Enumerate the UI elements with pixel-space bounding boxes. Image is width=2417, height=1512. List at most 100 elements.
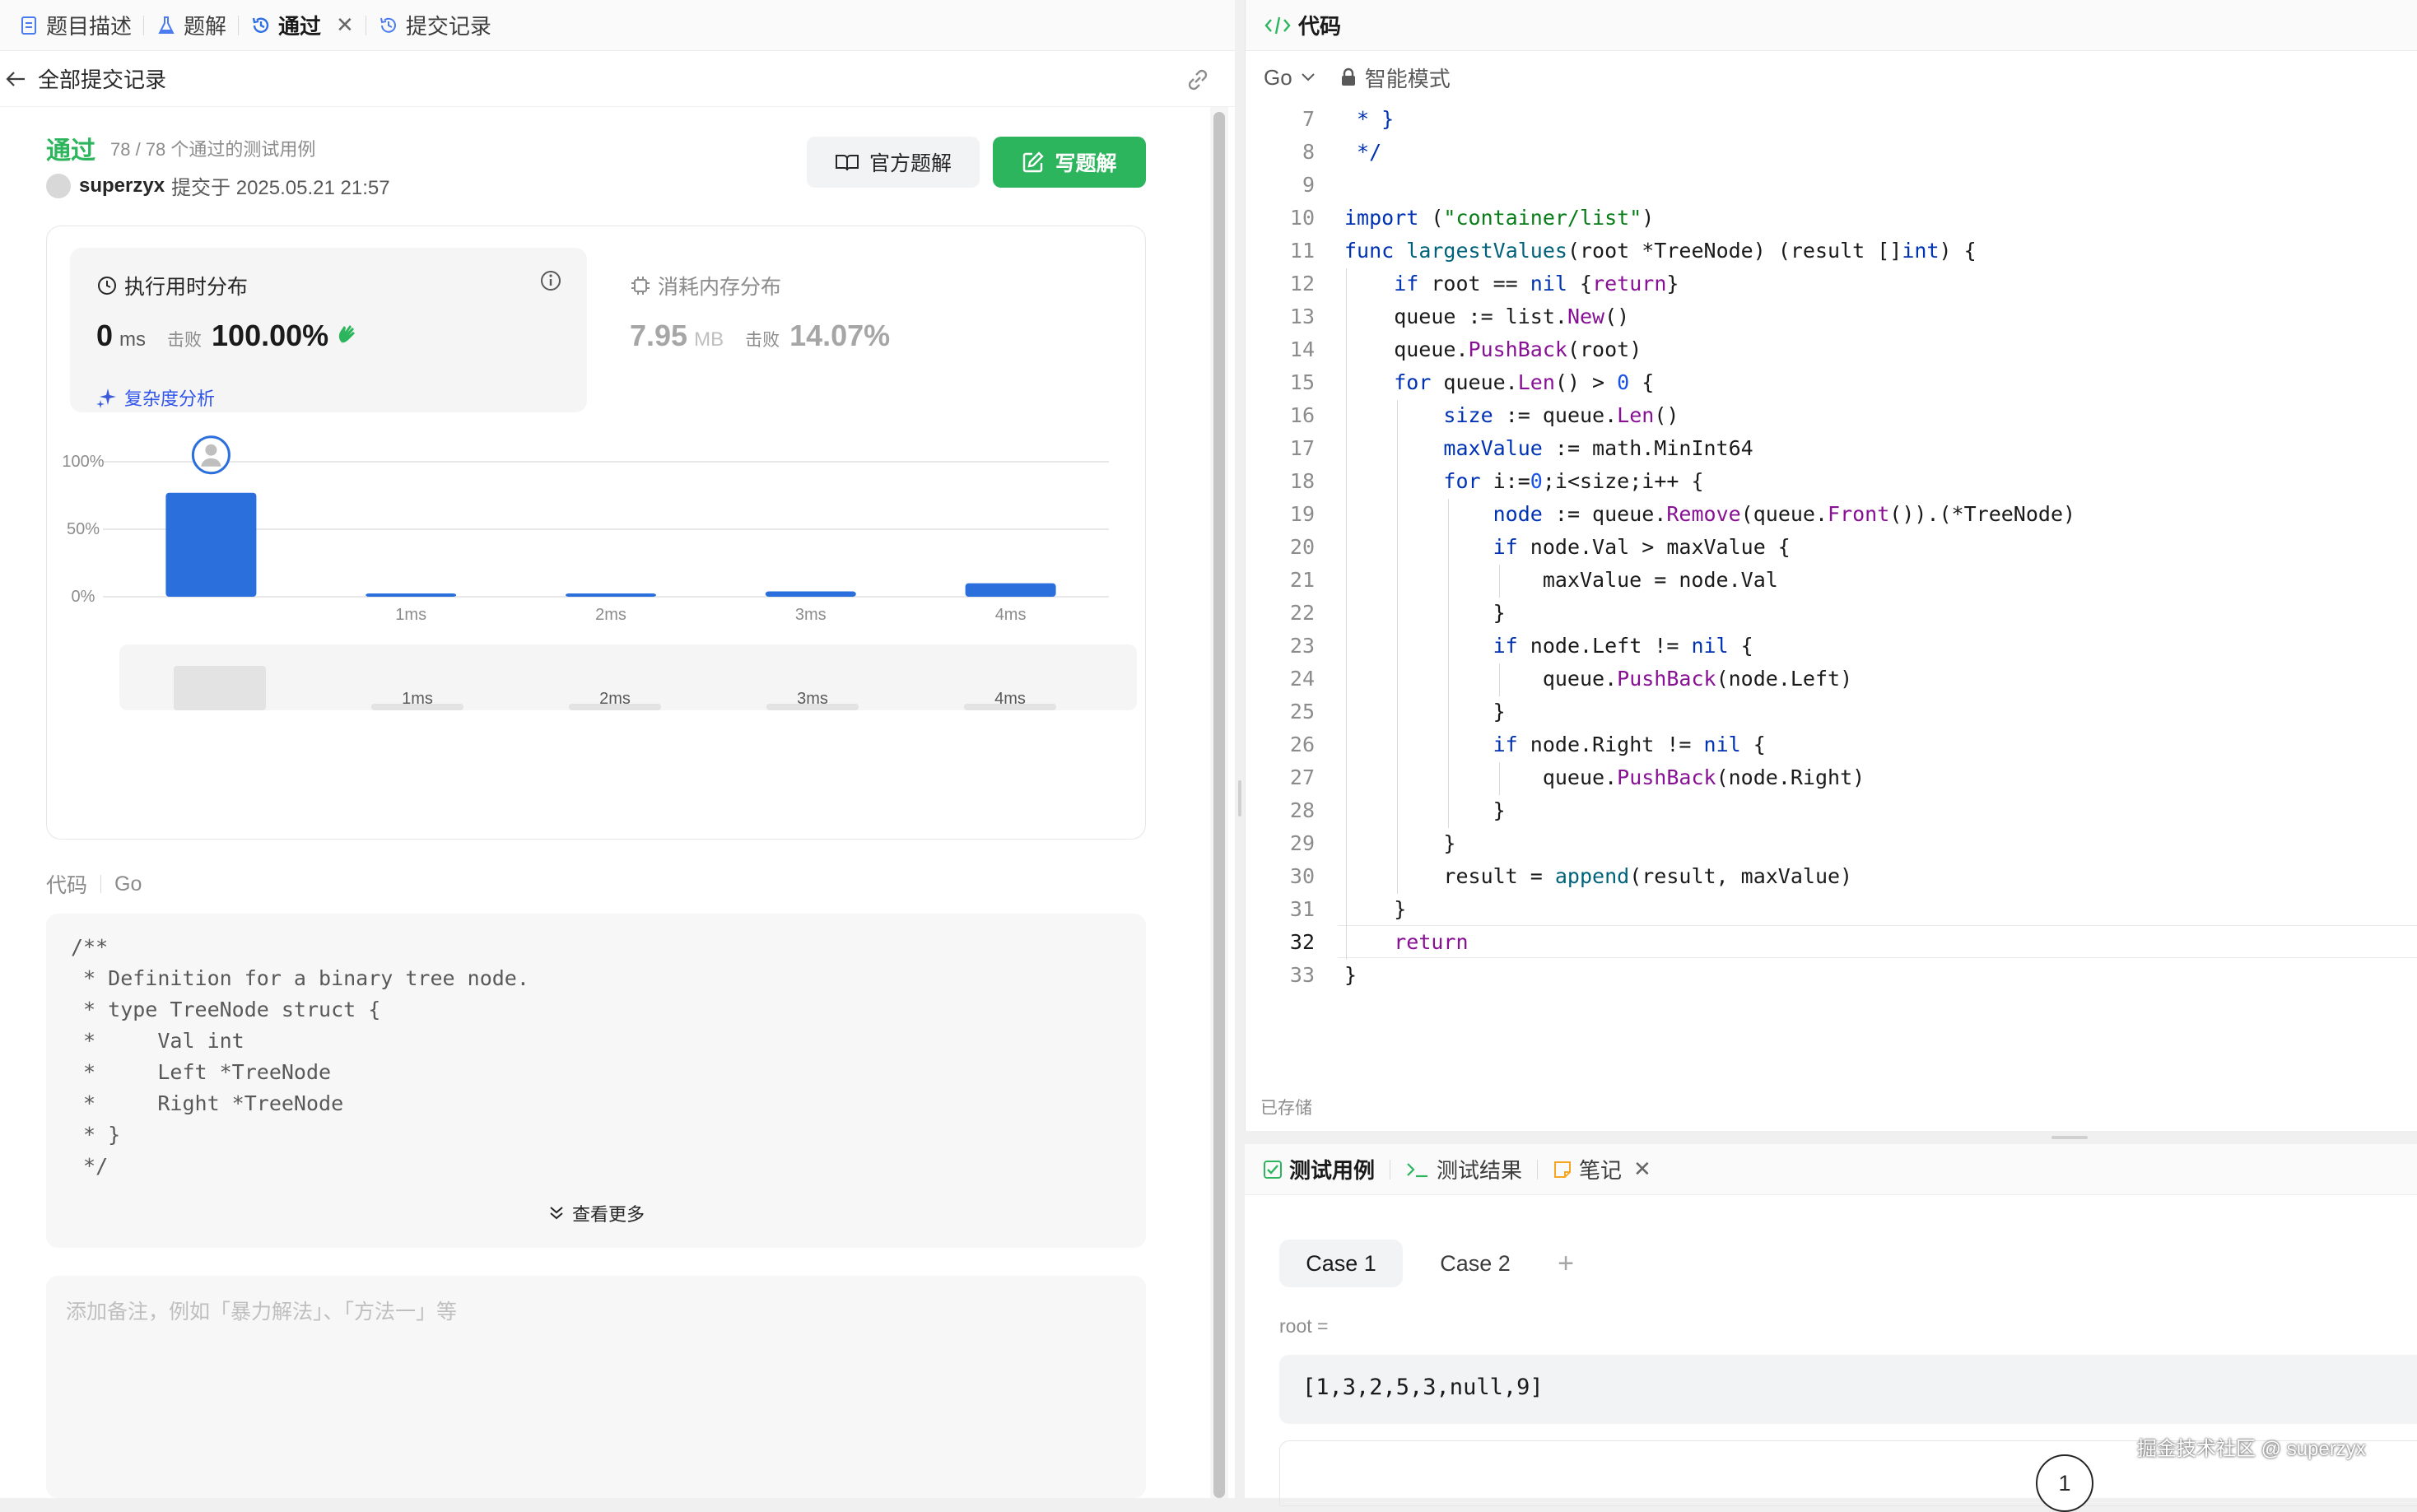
close-icon[interactable]: ✕ [1633,1156,1651,1182]
left-scrollbar[interactable] [1210,107,1228,1498]
code-line[interactable]: func largestValues(root *TreeNode) (resu… [1344,239,1977,263]
testcase-tab-2[interactable]: Case 2 [1426,1240,1525,1287]
memory-beat-value: 14.07% [789,319,891,352]
tab-description[interactable]: 题目描述 [7,0,143,51]
app-root: 题目描述 题解 通过 ✕ 提交记录 全部提交记录 通过 78 / 78 个通过的… [0,0,2417,1512]
submission-status: 通过 [46,137,95,165]
code-line[interactable]: queue.PushBack(root) [1344,337,1642,361]
vertical-resize-handle[interactable] [1235,0,1245,1498]
arrow-left-icon[interactable] [2,65,30,93]
code-line[interactable]: } [1344,798,1506,822]
tab-accepted[interactable]: 通过 ✕ [239,0,366,51]
code-line[interactable]: import ("container/list") [1344,206,1654,230]
tab-submissions[interactable]: 提交记录 [366,0,503,51]
resize-grip[interactable] [2051,1136,2088,1139]
code-line[interactable]: result = append(result, maxValue) [1344,864,1852,888]
username[interactable]: superzyx [79,174,165,198]
book-icon [835,152,859,172]
note-placeholder: 添加备注，例如「暴力解法」、「方法一」等 [66,1300,458,1324]
indent-guide [1499,762,1500,795]
code-line[interactable]: if node.Left != nil { [1344,634,1753,658]
info-icon[interactable] [539,269,562,296]
code-line[interactable]: for i:=0;i<size;i++ { [1344,469,1703,493]
line-number: 33 [1289,963,1315,987]
link-icon[interactable] [1184,66,1212,94]
add-testcase-button[interactable]: + [1549,1240,1582,1287]
tab-submissions-label: 提交记录 [405,14,491,39]
code-line[interactable]: */ [1344,140,1381,164]
param-input[interactable]: [1,3,2,5,3,null,9] [1279,1355,2417,1424]
terminal-icon [1405,1160,1430,1179]
line-number: 26 [1289,733,1315,756]
code-line[interactable]: queue.PushBack(node.Left) [1344,667,1852,691]
runtime-beat-value: 100.00% [212,319,329,352]
code-line[interactable]: node := queue.Remove(queue.Front()).(*Tr… [1344,502,2075,526]
code-editor[interactable]: 7 * } 8 */ 9 10 import ("container/list") 11 f… [1246,104,2417,1083]
memory-title[interactable]: 消耗内存分布 [630,271,781,300]
all-submissions-title[interactable]: 全部提交记录 [38,63,166,94]
horizontal-resize-handle[interactable] [1245,1131,2417,1144]
tab-divider [1537,1159,1539,1179]
code-line[interactable]: } [1344,700,1506,723]
tab-test-results[interactable]: 测试结果 [1405,1154,1537,1184]
lock-icon [1340,67,1357,87]
code-line[interactable]: } [1344,831,1455,855]
line-number: 21 [1289,568,1315,592]
tab-testcases-label: 测试用例 [1289,1158,1376,1183]
tab-notes[interactable]: 笔记 ✕ [1553,1154,1666,1184]
param-label: root = [1279,1315,1329,1337]
tab-notes-label: 笔记 [1579,1158,1623,1183]
resize-grip[interactable] [1238,780,1241,816]
code-line[interactable]: if root == nil {return} [1344,272,1679,295]
code-line[interactable]: return [1344,930,1468,954]
clock-icon [96,275,118,296]
code-line[interactable]: } [1344,601,1506,625]
watermark: 掘金技术社区 @ superzyx [2137,1438,2366,1460]
official-solution-button[interactable]: 官方题解 [807,137,980,188]
language-select[interactable]: Go [1264,65,1317,91]
tab-testcases[interactable]: 测试用例 [1263,1154,1390,1184]
minimap-label: 2ms [599,690,631,708]
document-icon [18,15,40,36]
line-number: 15 [1289,370,1315,394]
close-icon[interactable]: ✕ [336,12,354,38]
checkbox-icon [1263,1160,1283,1179]
chart-bar [366,593,457,597]
code-line[interactable]: if node.Right != nil { [1344,733,1766,756]
complexity-analysis-link[interactable]: 复杂度分析 [96,384,215,411]
line-number: 13 [1289,305,1315,328]
avatar[interactable] [46,173,71,198]
code-line[interactable]: queue.PushBack(node.Right) [1344,765,1865,789]
tree-node: 1 [2036,1454,2093,1512]
tab-solutions[interactable]: 题解 [144,0,238,51]
runtime-value-row: 0 ms 击败 100.00% [96,319,360,353]
code-line[interactable]: queue := list.New() [1344,305,1629,328]
code-line[interactable]: size := queue.Len() [1344,403,1679,427]
runtime-box[interactable]: 执行用时分布 0 ms 击败 100.00% 复杂度分析 [70,248,587,412]
code-line[interactable]: if node.Val > maxValue { [1344,535,1791,559]
note-input[interactable]: 添加备注，例如「暴力解法」、「方法一」等 [46,1276,1146,1498]
line-number: 12 [1289,272,1315,295]
smart-mode-toggle[interactable]: 智能模式 [1340,63,1451,93]
code-line[interactable]: * } [1344,107,1394,131]
code-line[interactable]: for queue.Len() > 0 { [1344,370,1654,394]
code-line[interactable]: maxValue = node.Val [1344,568,1778,592]
indent-guide [1397,400,1398,894]
runtime-title-label: 执行用时分布 [124,276,249,299]
memory-unit: MB [694,328,724,351]
show-more-button[interactable]: 查看更多 [46,1200,1146,1226]
scrollbar-thumb[interactable] [1213,112,1225,1498]
line-number: 24 [1289,667,1315,691]
history-icon [250,15,272,36]
line-number: 29 [1289,831,1315,855]
code-line[interactable]: maxValue := math.MinInt64 [1344,436,1753,460]
line-number: 25 [1289,700,1315,723]
line-number: 10 [1289,206,1315,230]
code-line[interactable]: } [1344,897,1406,921]
code-line[interactable]: } [1344,963,1357,987]
runtime-distribution-chart[interactable]: 100% 50% 0% 1ms 2ms 3ms 4ms 1ms 2ms 3ms 4ms [47,424,1147,835]
write-solution-button[interactable]: 写题解 [993,137,1146,188]
testcase-tab-1[interactable]: Case 1 [1279,1240,1403,1287]
param-value: [1,3,2,5,3,null,9] [1302,1375,1544,1400]
testcase-count: 78 / 78 个通过的测试用例 [110,139,316,160]
